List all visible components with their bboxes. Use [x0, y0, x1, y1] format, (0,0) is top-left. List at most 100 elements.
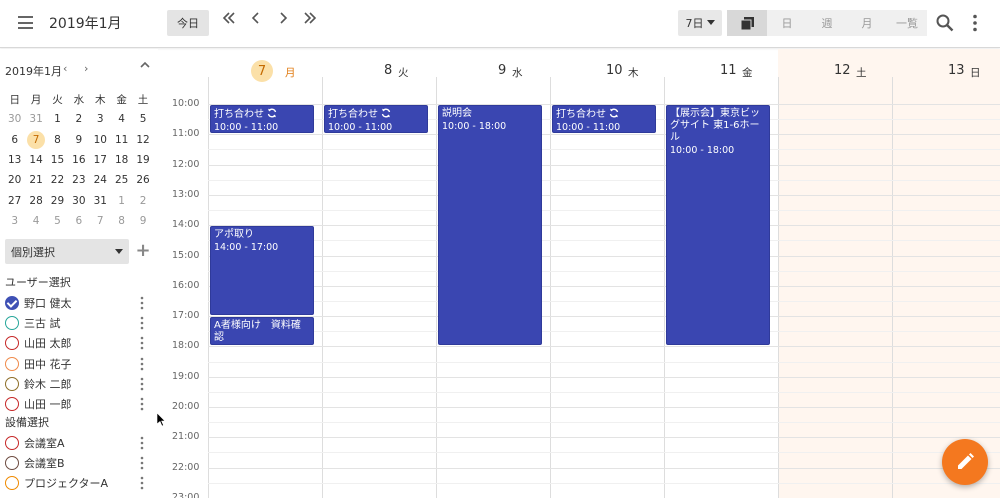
more-vert-icon[interactable] — [140, 436, 144, 450]
mini-day[interactable]: 15 — [47, 150, 68, 170]
facility-item[interactable]: プロジェクターA — [5, 474, 155, 492]
user-item[interactable]: 三古 試 — [5, 314, 155, 332]
mini-day[interactable]: 3 — [90, 109, 111, 129]
tab-week[interactable]: 週 — [807, 10, 847, 36]
mini-day[interactable]: 4 — [111, 109, 132, 129]
circle-icon[interactable] — [5, 436, 19, 450]
calendar-event[interactable]: 打ち合わせ 10:00 - 11:00 — [324, 105, 428, 134]
mini-day[interactable]: 9 — [132, 211, 153, 231]
mini-day[interactable]: 24 — [90, 170, 111, 190]
mini-day[interactable]: 23 — [68, 170, 89, 190]
mini-day[interactable]: 3 — [4, 211, 25, 231]
mini-day[interactable]: 16 — [68, 150, 89, 170]
mini-day[interactable]: 11 — [111, 130, 132, 150]
mini-day[interactable]: 2 — [132, 190, 153, 210]
mini-day[interactable]: 30 — [4, 109, 25, 129]
mini-day[interactable]: 31 — [90, 190, 111, 210]
mini-day[interactable]: 13 — [4, 150, 25, 170]
filter-select[interactable]: 個別選択 — [5, 239, 129, 264]
day-header[interactable]: 10 木 — [550, 49, 664, 99]
more-vert-icon[interactable] — [140, 377, 144, 391]
mini-day[interactable]: 30 — [68, 190, 89, 210]
mini-day[interactable]: 8 — [111, 211, 132, 231]
more-vert-icon[interactable] — [972, 14, 978, 32]
mini-day[interactable]: 22 — [47, 170, 68, 190]
mini-day[interactable]: 8 — [47, 130, 68, 150]
next-button[interactable] — [273, 12, 293, 28]
user-item[interactable]: 山田 一郎 — [5, 395, 155, 413]
mini-day[interactable]: 29 — [47, 190, 68, 210]
mini-day[interactable]: 12 — [132, 130, 153, 150]
calendar-event[interactable]: アポ取り 14:00 - 17:00 — [210, 226, 314, 316]
user-item[interactable]: 田中 花子 — [5, 355, 155, 373]
mini-day[interactable]: 2 — [68, 109, 89, 129]
circle-icon[interactable] — [5, 476, 19, 491]
search-icon[interactable] — [936, 14, 954, 32]
mini-day[interactable]: 20 — [4, 170, 25, 190]
more-vert-icon[interactable] — [140, 296, 144, 310]
day-header[interactable]: 9水 — [436, 49, 550, 99]
day-header[interactable]: 7月 — [208, 49, 322, 99]
mini-day[interactable]: 21 — [25, 170, 46, 190]
circle-icon[interactable] — [5, 336, 19, 351]
circle-icon[interactable] — [5, 397, 19, 411]
prev-button[interactable] — [246, 12, 266, 28]
mini-day[interactable]: 25 — [111, 170, 132, 190]
circle-icon[interactable] — [5, 356, 19, 371]
mini-day[interactable]: 1 — [111, 190, 132, 210]
circle-icon[interactable] — [5, 456, 19, 471]
checked-circle-icon[interactable] — [5, 296, 19, 310]
more-vert-icon[interactable] — [140, 456, 144, 470]
facility-item[interactable]: 会議室A — [5, 434, 155, 452]
more-vert-icon[interactable] — [140, 336, 144, 350]
mini-day[interactable]: 14 — [25, 150, 46, 170]
day-header[interactable]: 12 土 — [778, 49, 892, 99]
mini-day[interactable]: 27 — [4, 190, 25, 210]
tab-day[interactable]: 日 — [767, 10, 807, 36]
calendar-event[interactable]: 打ち合わせ 10:00 - 11:00 — [210, 105, 314, 134]
mini-day[interactable]: 6 — [4, 130, 25, 150]
mini-day-today[interactable]: 7 — [25, 130, 46, 150]
mini-day[interactable]: 5 — [132, 109, 153, 129]
day-header[interactable]: 8火 — [322, 49, 436, 99]
mini-day[interactable]: 19 — [132, 150, 153, 170]
mini-day[interactable]: 17 — [90, 150, 111, 170]
user-item[interactable]: 鈴木 二郎 — [5, 375, 155, 393]
more-vert-icon[interactable] — [140, 476, 144, 490]
mini-day[interactable]: 18 — [111, 150, 132, 170]
new-event-button[interactable] — [942, 439, 988, 485]
mini-next-button[interactable]: › — [84, 62, 88, 75]
days-select[interactable]: 7日 — [678, 10, 722, 36]
menu-icon[interactable] — [18, 16, 33, 29]
facility-item[interactable]: 会議室B — [5, 454, 155, 472]
prev-week-button[interactable] — [219, 12, 239, 28]
mini-day[interactable]: 1 — [47, 109, 68, 129]
mini-day[interactable]: 28 — [25, 190, 46, 210]
mini-day[interactable]: 9 — [68, 130, 89, 150]
mini-day[interactable]: 7 — [90, 211, 111, 231]
mini-day[interactable]: 5 — [47, 211, 68, 231]
mini-day[interactable]: 6 — [68, 211, 89, 231]
day-header[interactable]: 13 日 — [892, 49, 1000, 99]
mini-day[interactable]: 10 — [90, 130, 111, 150]
add-icon[interactable]: + — [135, 239, 151, 263]
tab-list[interactable]: 一覧 — [887, 10, 927, 36]
calendar-event[interactable]: 【展示会】東京ビッグサイト 東1-6ホール 10:00 - 18:00 — [666, 105, 770, 346]
chevron-up-icon[interactable] — [140, 61, 150, 69]
tab-month[interactable]: 月 — [847, 10, 887, 36]
day-header[interactable]: 11 金 — [664, 49, 778, 99]
more-vert-icon[interactable] — [140, 397, 144, 411]
calendar-event[interactable]: A者様向け 資料確認17:00 - 18:00 — [210, 317, 314, 346]
user-item[interactable]: 野口 健太 — [5, 294, 155, 312]
more-vert-icon[interactable] — [140, 357, 144, 371]
mini-prev-button[interactable]: ‹ — [63, 62, 67, 75]
mini-day[interactable]: 26 — [132, 170, 153, 190]
tab-multi-day[interactable] — [727, 10, 767, 36]
circle-icon[interactable] — [5, 376, 19, 391]
circle-icon[interactable] — [5, 316, 19, 331]
next-week-button[interactable] — [300, 12, 320, 28]
calendar-event[interactable]: 打ち合わせ 10:00 - 11:00 — [552, 105, 656, 134]
user-item[interactable]: 山田 太郎 — [5, 334, 155, 352]
more-vert-icon[interactable] — [140, 316, 144, 330]
today-button[interactable]: 今日 — [167, 10, 209, 36]
